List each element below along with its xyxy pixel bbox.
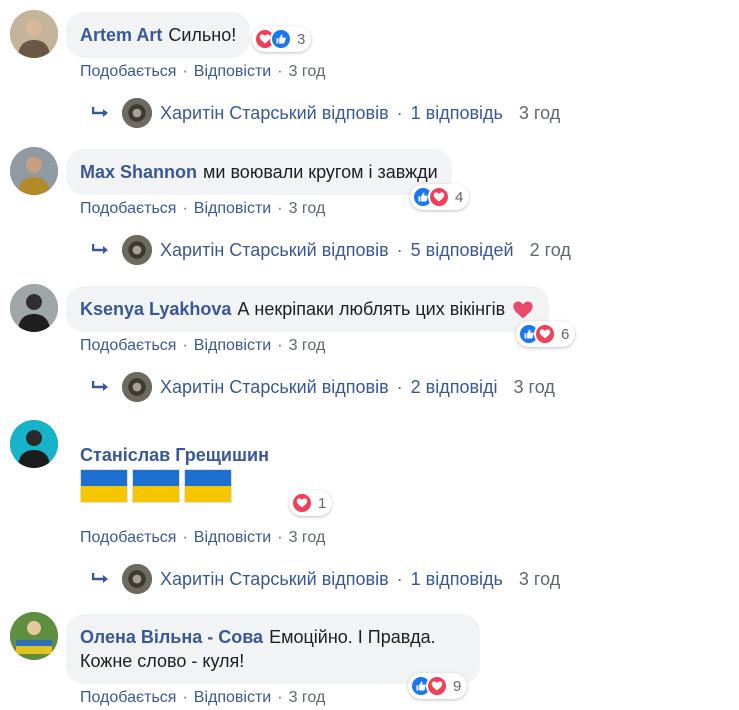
comment-actions: Подобається · Відповісти · 3 год xyxy=(80,63,326,80)
reply-count[interactable]: 1 відповідь xyxy=(411,103,503,124)
ukraine-flag-icon xyxy=(184,469,232,503)
avatar xyxy=(122,564,152,594)
reply-author[interactable]: Харитін Старський відповів xyxy=(160,240,389,261)
like-icon xyxy=(270,28,292,50)
comment-author[interactable]: Artem Art xyxy=(80,25,162,45)
reply-author[interactable]: Харитін Старський відповів xyxy=(160,103,389,124)
reply-count[interactable]: 5 відповідей xyxy=(411,240,514,261)
reply-link[interactable]: Відповісти xyxy=(194,337,271,354)
comment-time[interactable]: 3 год xyxy=(289,689,326,706)
avatar xyxy=(122,372,152,402)
heart-emoji-icon xyxy=(513,301,533,319)
comment-text: Емоційно. І Правда. xyxy=(269,627,436,647)
comment-time[interactable]: 3 год xyxy=(289,63,326,80)
comment-text: ми воювали кругом і завжди xyxy=(203,162,438,182)
comment-actions: Подобається · Відповісти · 3 год xyxy=(80,337,326,354)
reaction-count: 9 xyxy=(453,677,462,695)
avatar[interactable] xyxy=(10,612,58,660)
avatar[interactable] xyxy=(10,284,58,332)
avatar[interactable] xyxy=(10,10,58,58)
replies-summary[interactable]: Харитін Старський відповів · 1 відповідь 3 … xyxy=(92,564,560,594)
comment-actions: Подобається · Відповісти · 3 год xyxy=(80,529,326,546)
reaction-count: 3 xyxy=(297,30,306,48)
reply-arrow-icon xyxy=(92,381,108,391)
comment-author[interactable]: Олена Вільна - Сова xyxy=(80,627,263,647)
reply-author[interactable]: Харитін Старський відповів xyxy=(160,569,389,590)
comment-time[interactable]: 3 год xyxy=(289,337,326,354)
love-icon xyxy=(534,323,556,345)
reactions-badge[interactable]: 9 xyxy=(408,673,468,699)
reply-link[interactable]: Відповісти xyxy=(194,200,271,217)
reply-link[interactable]: Відповісти xyxy=(194,529,271,546)
like-link[interactable]: Подобається xyxy=(80,200,176,217)
reply-time: 3 год xyxy=(518,568,561,589)
reactions-badge[interactable]: 4 xyxy=(410,184,470,210)
like-link[interactable]: Подобається xyxy=(80,689,176,706)
avatar[interactable] xyxy=(10,147,58,195)
comment-bubble: Max Shannon ми воювали кругом і завжди xyxy=(66,149,452,195)
reply-arrow-icon xyxy=(92,573,108,583)
like-link[interactable]: Подобається xyxy=(80,63,176,80)
reply-link[interactable]: Відповісти xyxy=(194,689,271,706)
comment-bubble: Ksenya Lyakhova А некріпаки люблять цих в… xyxy=(66,286,550,333)
like-link[interactable]: Подобається xyxy=(80,337,176,354)
reaction-count: 4 xyxy=(455,188,464,206)
comment-time[interactable]: 3 год xyxy=(289,200,326,217)
replies-summary[interactable]: Харитін Старський відповів · 5 відповідей 2… xyxy=(92,235,571,265)
avatar xyxy=(122,98,152,128)
reply-arrow-icon xyxy=(92,244,108,254)
comment-author[interactable]: Ksenya Lyakhova xyxy=(80,299,231,319)
comment-actions: Подобається · Відповісти · 3 год xyxy=(80,689,326,706)
comment-actions: Подобається · Відповісти · 3 год xyxy=(80,200,326,217)
reactions-badge[interactable]: 3 xyxy=(252,26,312,52)
reply-time: 3 год xyxy=(513,376,555,397)
reactions-badge[interactable]: 6 xyxy=(516,321,576,347)
like-link[interactable]: Подобається xyxy=(80,529,176,546)
reply-count[interactable]: 2 відповіді xyxy=(411,377,498,398)
ukraine-flag-icon xyxy=(132,469,180,503)
comment-bubble: Artem Art Сильно! xyxy=(66,12,251,58)
comment-time[interactable]: 3 год xyxy=(289,529,326,546)
avatar[interactable] xyxy=(10,420,58,468)
reply-link[interactable]: Відповісти xyxy=(194,63,271,80)
avatar xyxy=(122,235,152,265)
comment-text: Кожне слово - куля! xyxy=(80,651,245,671)
comment-author[interactable]: Max Shannon xyxy=(80,162,197,182)
reaction-count: 1 xyxy=(318,494,327,512)
replies-summary[interactable]: Харитін Старський відповів · 2 відповіді 3 … xyxy=(92,372,555,402)
reply-count[interactable]: 1 відповідь xyxy=(411,569,503,590)
flag-emojis xyxy=(80,469,232,503)
reply-time: 2 год xyxy=(529,239,571,260)
reactions-badge[interactable]: 1 xyxy=(289,490,333,516)
love-icon xyxy=(428,186,450,208)
comment-text: Сильно! xyxy=(168,25,237,45)
comment-author[interactable]: Станіслав Грещишин xyxy=(80,445,269,465)
reaction-count: 6 xyxy=(561,325,570,343)
love-icon xyxy=(291,492,313,514)
comment-text: А некріпаки люблять цих вікінгів xyxy=(237,299,506,319)
love-icon xyxy=(426,675,448,697)
ukraine-flag-icon xyxy=(80,469,128,503)
reply-author[interactable]: Харитін Старський відповів xyxy=(160,377,389,398)
reply-arrow-icon xyxy=(92,107,108,117)
reply-time: 3 год xyxy=(518,102,561,123)
replies-summary[interactable]: Харитін Старський відповів · 1 відповідь 3 … xyxy=(92,98,560,128)
